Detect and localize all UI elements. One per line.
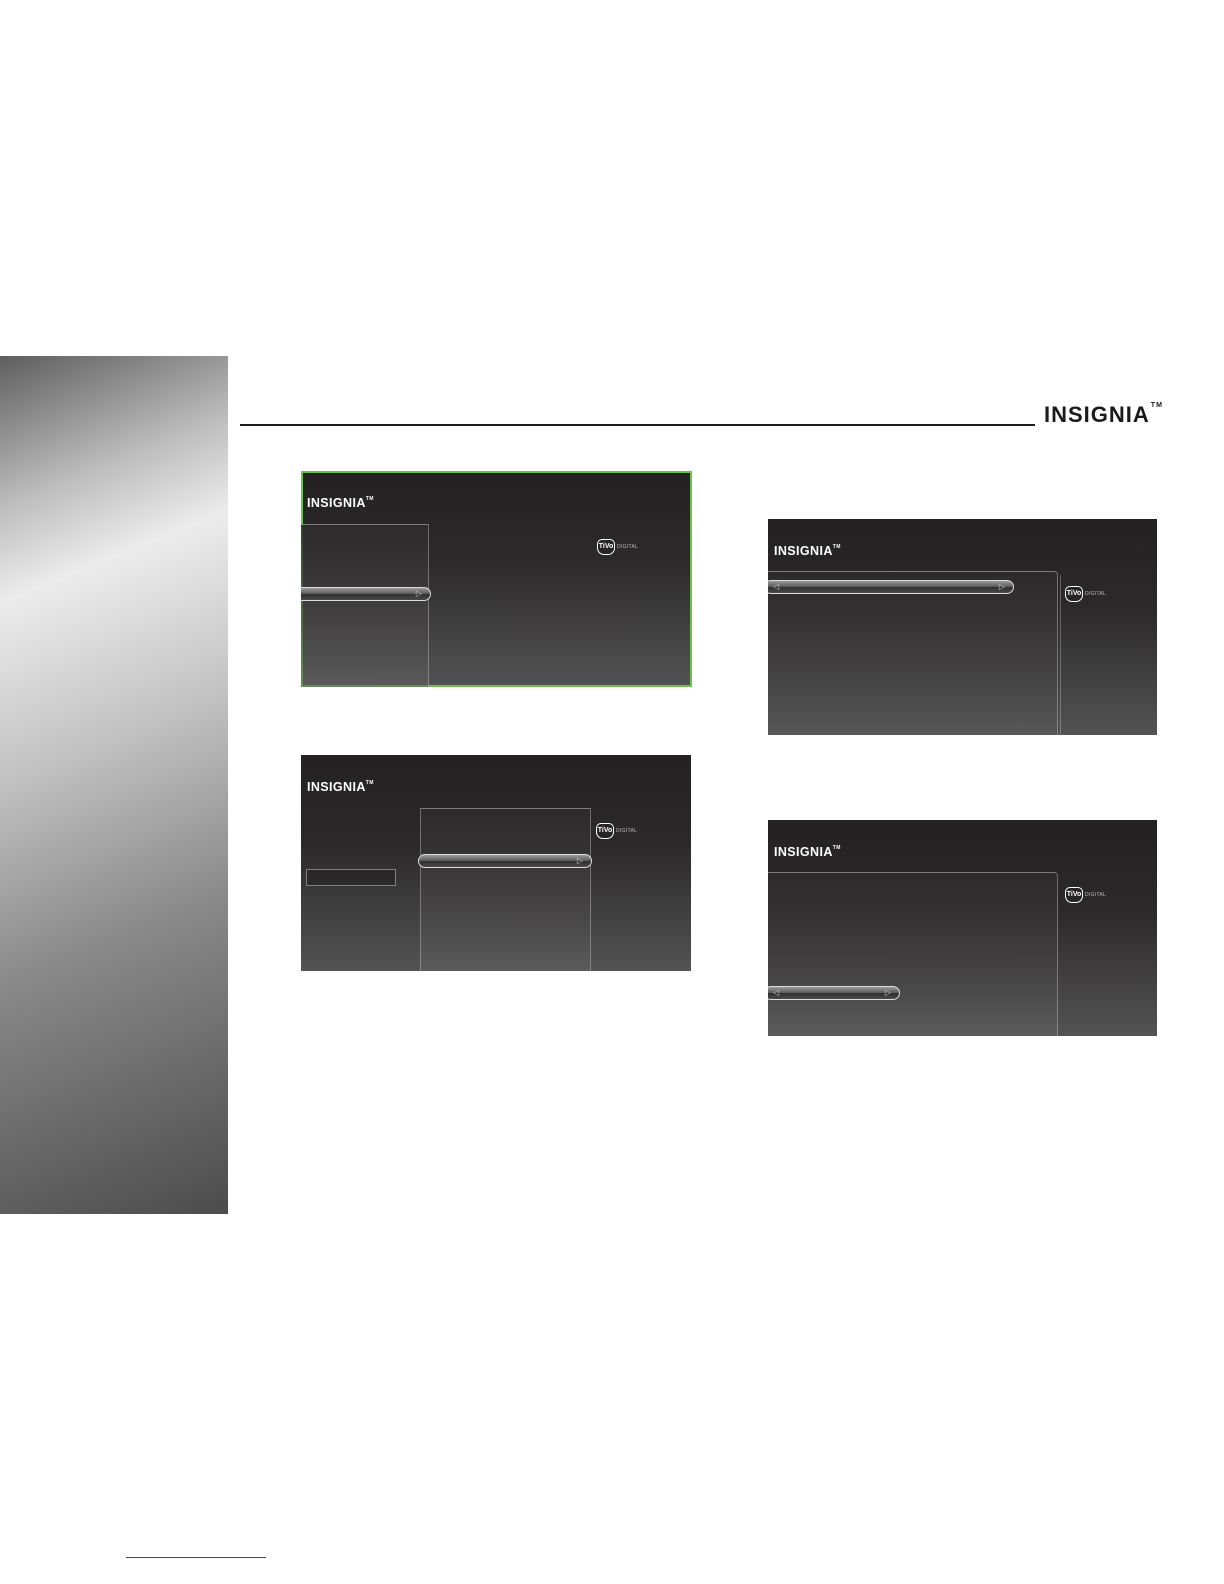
tivo-word: DIGITAL	[616, 828, 638, 834]
header-rule	[240, 424, 1035, 426]
tivo-word: DIGITAL	[1085, 591, 1107, 597]
tivo-badge: TiVo	[597, 539, 615, 555]
brand-name: INSIGNIA	[1044, 402, 1150, 427]
screen-logo: INSIGNIATM	[307, 496, 374, 510]
tv-menu-screenshot-1: INSIGNIATM ▷ TiVo DIGITAL	[301, 471, 692, 687]
left-arrow-icon: ◁	[773, 582, 780, 591]
right-arrow-icon: ▷	[576, 856, 583, 865]
side-gradient-tab	[0, 356, 228, 1214]
tv-menu-screenshot-2: INSIGNIATM ◁ ▷ TiVo DIGITAL	[768, 519, 1157, 735]
tivo-word: DIGITAL	[617, 544, 639, 550]
screen-logo: INSIGNIATM	[774, 845, 841, 859]
tv-menu-screenshot-3: INSIGNIATM ▷ TiVo DIGITAL	[301, 755, 691, 971]
right-arrow-icon: ▷	[998, 582, 1005, 591]
menu-panel	[768, 872, 1058, 1036]
selected-menu-item[interactable]: ◁ ▷	[768, 986, 900, 1000]
tivo-badge: TiVo	[596, 823, 614, 839]
right-arrow-icon: ▷	[884, 988, 891, 997]
brand-tm: TM	[1150, 402, 1163, 409]
screen-logo: INSIGNIATM	[307, 780, 374, 794]
selected-menu-item[interactable]: ◁ ▷	[768, 580, 1014, 594]
tivo-word: DIGITAL	[1085, 892, 1107, 898]
footer-link-underline[interactable]	[126, 1557, 266, 1558]
screen-logo: INSIGNIATM	[774, 544, 841, 558]
right-arrow-icon: ▷	[415, 589, 422, 598]
menu-panel	[301, 524, 429, 687]
selected-submenu-item[interactable]: ▷	[418, 854, 592, 868]
menu-panel	[768, 571, 1058, 735]
submenu-panel	[420, 808, 591, 971]
left-arrow-icon: ◁	[773, 988, 780, 997]
divider-line	[1060, 575, 1061, 735]
tv-menu-screenshot-4: INSIGNIATM ◁ ▷ TiVo DIGITAL	[768, 820, 1157, 1036]
insignia-brand-logo: INSIGNIATM	[1044, 402, 1163, 432]
menu-item-highlight[interactable]	[306, 869, 396, 886]
tivo-badge: TiVo	[1065, 586, 1083, 602]
selected-menu-item[interactable]: ▷	[301, 587, 431, 601]
tivo-badge: TiVo	[1065, 887, 1083, 903]
